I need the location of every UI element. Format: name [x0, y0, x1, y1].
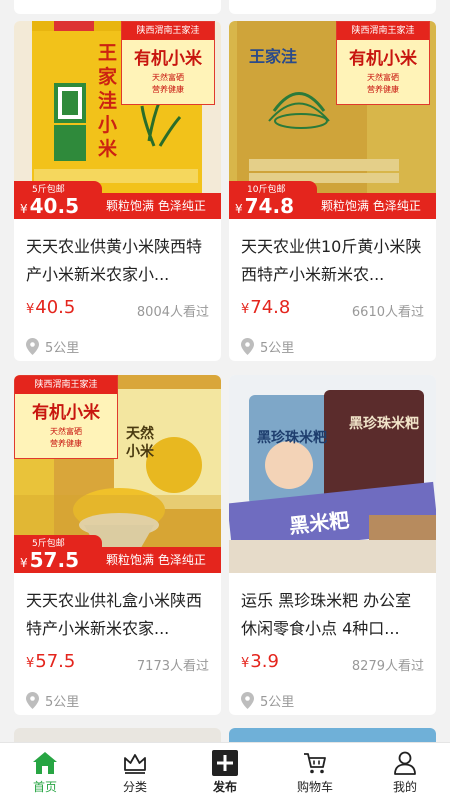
tab-label: 购物车	[296, 780, 333, 794]
distance: 5公里	[26, 337, 79, 356]
product-price: ¥40.5	[26, 297, 76, 318]
badge-slogan: 天然富硒 营养健康	[50, 427, 82, 448]
tag-price: ¥57.5	[20, 548, 79, 572]
tag-slogan: 颗粒饱满 色泽纯正	[102, 547, 221, 573]
product-card-partial[interactable]	[14, 728, 221, 742]
product-title[interactable]: 天天农业供黄小米陕西特产小米新米农家小...	[26, 233, 212, 289]
bag-label: 王家洼	[249, 47, 298, 66]
location-pin-icon	[26, 338, 39, 355]
product-card[interactable]: 王家洼 陕西渭南王家洼 有机小米 天然富硒 营养健康 10斤包邮 ¥74.8 颗粒…	[229, 21, 436, 361]
tag-slogan: 颗粒饱满 色泽纯正	[317, 193, 436, 219]
tag-price: ¥40.5	[20, 194, 79, 218]
product-card-partial[interactable]	[229, 728, 436, 742]
product-price: ¥57.5	[26, 651, 76, 672]
distance: 5公里	[241, 691, 294, 710]
product-card[interactable]: 王家洼小米 陕西渭南王家洼 有机小米 天然富硒 营养健康 5斤包邮 ¥40.5 颗…	[14, 21, 221, 361]
distance: 5公里	[26, 691, 79, 710]
badge-title: 有机小米	[349, 49, 417, 69]
badge-title: 有机小米	[32, 403, 100, 423]
product-title[interactable]: 天天农业供10斤黄小米陕西特产小米新米农...	[241, 233, 427, 289]
tab-publish[interactable]: 发布	[180, 743, 270, 800]
tab-cart[interactable]: 购物车	[270, 743, 360, 800]
pack-label: 黑珍珠米粑	[349, 416, 419, 432]
product-card[interactable]: 黑珍珠米粑 黑珍珠米粑 黑米粑 运乐 黑珍珠米粑 办公室休闲零食小点 4种口..…	[229, 375, 436, 715]
plus-icon	[212, 750, 238, 776]
product-card-partial[interactable]	[229, 0, 436, 14]
product-badge: 陕西渭南王家洼 有机小米 天然富硒 营养健康	[336, 21, 430, 105]
view-count: 8004人看过	[136, 305, 209, 320]
tag-price: ¥74.8	[235, 194, 294, 218]
badge-slogan: 天然富硒 营养健康	[152, 73, 184, 94]
product-badge: 陕西渭南王家洼 有机小米 天然富硒 营养健康	[121, 21, 215, 105]
product-image[interactable]: 天然小米 陕西渭南王家洼 有机小米 天然富硒 营养健康 5斤包邮 ¥57.5 颗粒…	[14, 375, 221, 573]
cart-icon	[304, 753, 326, 774]
view-count: 8279人看过	[351, 659, 424, 674]
product-card-partial[interactable]	[14, 0, 221, 14]
pack-label: 黑珍珠米粑	[257, 430, 327, 446]
view-count: 7173人看过	[136, 659, 209, 674]
product-image[interactable]: 黑珍珠米粑 黑珍珠米粑 黑米粑	[229, 375, 436, 573]
product-price: ¥74.8	[241, 297, 291, 318]
bag-label: 王家洼小米	[98, 42, 118, 160]
user-icon	[394, 751, 416, 775]
badge-origin: 陕西渭南王家洼	[337, 22, 429, 40]
view-count: 6610人看过	[351, 305, 424, 320]
location-pin-icon	[26, 692, 39, 709]
badge-origin: 陕西渭南王家洼	[122, 22, 214, 40]
location-pin-icon	[241, 692, 254, 709]
tag-slogan: 颗粒饱满 色泽纯正	[102, 193, 221, 219]
tab-label: 首页	[32, 780, 57, 794]
price-tag-banner: 10斤包邮 ¥74.8 颗粒饱满 色泽纯正	[229, 181, 436, 219]
tab-profile[interactable]: 我的	[360, 743, 450, 800]
bag-label: 天然小米	[126, 426, 154, 460]
product-title[interactable]: 运乐 黑珍珠米粑 办公室休闲零食小点 4种口...	[241, 587, 427, 643]
location-pin-icon	[241, 338, 254, 355]
price-tag-banner: 5斤包邮 ¥57.5 颗粒饱满 色泽纯正	[14, 535, 221, 573]
home-icon	[33, 752, 57, 774]
product-image[interactable]: 王家洼 陕西渭南王家洼 有机小米 天然富硒 营养健康 10斤包邮 ¥74.8 颗粒…	[229, 21, 436, 219]
badge-origin: 陕西渭南王家洼	[15, 376, 117, 394]
product-image[interactable]: 王家洼小米 陕西渭南王家洼 有机小米 天然富硒 营养健康 5斤包邮 ¥40.5 颗…	[14, 21, 221, 219]
tab-label: 我的	[392, 780, 417, 794]
tab-label: 发布	[212, 780, 237, 794]
tab-category[interactable]: 分类	[90, 743, 180, 800]
product-title[interactable]: 天天农业供礼盒小米陕西特产小米新米农家...	[26, 587, 212, 643]
badge-title: 有机小米	[134, 49, 202, 69]
tab-label: 分类	[122, 780, 147, 794]
distance: 5公里	[241, 337, 294, 356]
crown-icon	[124, 754, 146, 774]
price-tag-banner: 5斤包邮 ¥40.5 颗粒饱满 色泽纯正	[14, 181, 221, 219]
product-badge: 陕西渭南王家洼 有机小米 天然富硒 营养健康	[14, 375, 118, 459]
product-card[interactable]: 天然小米 陕西渭南王家洼 有机小米 天然富硒 营养健康 5斤包邮 ¥57.5 颗粒…	[14, 375, 221, 715]
product-feed[interactable]: 王家洼小米 陕西渭南王家洼 有机小米 天然富硒 营养健康 5斤包邮 ¥40.5 颗…	[0, 0, 450, 742]
badge-slogan: 天然富硒 营养健康	[367, 73, 399, 94]
tab-home[interactable]: 首页	[0, 743, 90, 800]
bottom-tab-bar: 首页 分类 发布 购物车 我的	[0, 742, 450, 800]
product-price: ¥3.9	[241, 651, 279, 672]
